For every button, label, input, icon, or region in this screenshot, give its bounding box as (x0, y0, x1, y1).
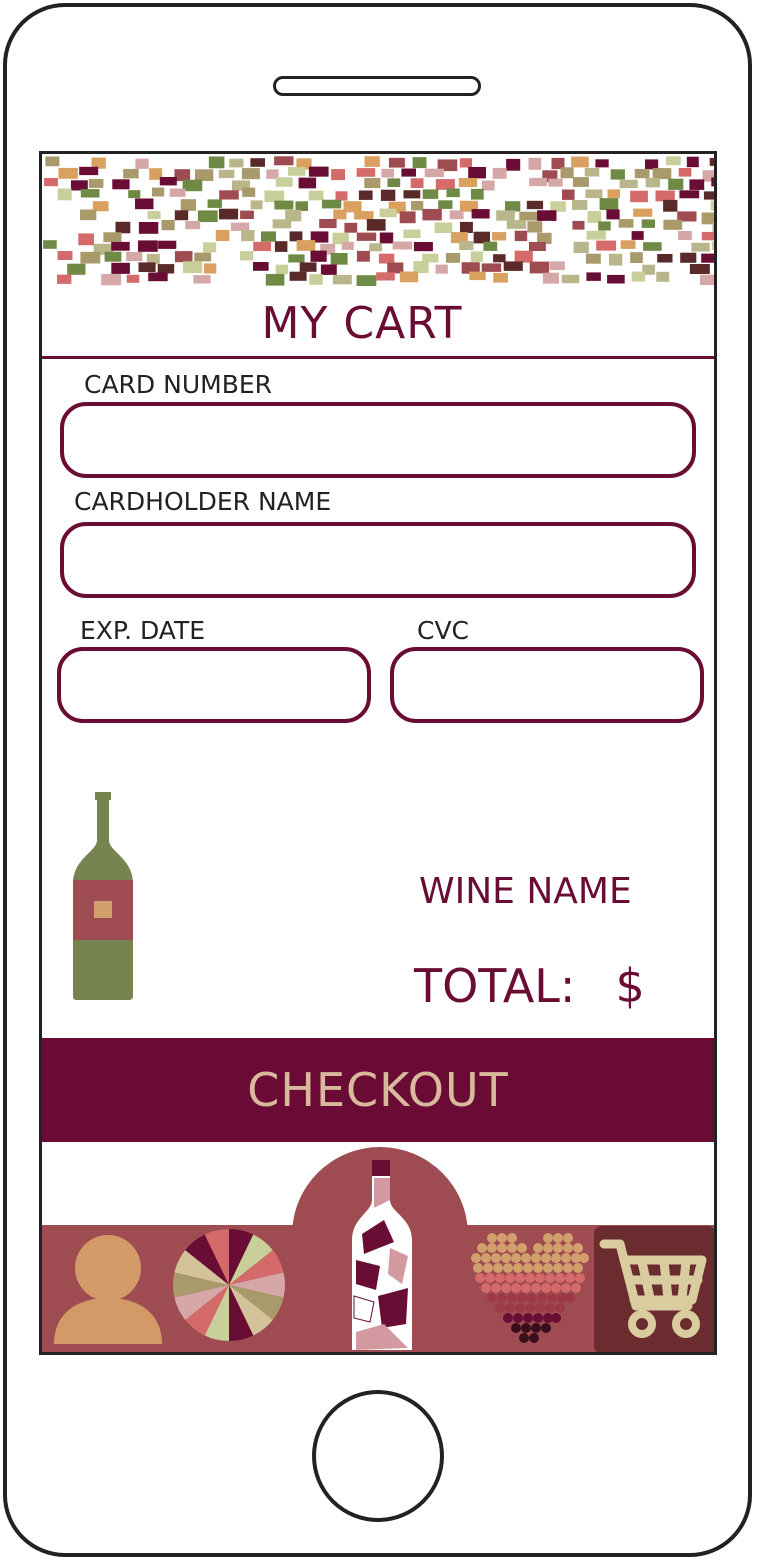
cart-screen: MY CART CARD NUMBER CARDHOLDER NAME EXP.… (39, 151, 717, 1355)
checkout-button[interactable]: CHECKOUT (42, 1038, 714, 1142)
cvc-label: CVC (417, 616, 470, 645)
card-number-input[interactable] (60, 402, 696, 478)
confetti-header-decoration (43, 156, 714, 286)
wine-bottle-icon[interactable] (348, 1156, 416, 1355)
cardholder-name-input[interactable] (60, 522, 696, 598)
wine-bottle-image (73, 792, 133, 1000)
cart-total: TOTAL: $ (414, 959, 645, 1013)
wine-wheel-icon[interactable] (170, 1226, 288, 1344)
profile-icon[interactable] (50, 1230, 166, 1348)
home-button[interactable] (312, 1390, 444, 1522)
exp-date-label: EXP. DATE (80, 616, 206, 645)
cvc-input[interactable] (390, 647, 704, 723)
card-number-label: CARD NUMBER (84, 370, 273, 399)
page-title: MY CART (261, 298, 463, 349)
exp-date-input[interactable] (57, 647, 371, 723)
shopping-cart-icon[interactable] (598, 1234, 710, 1346)
phone-speaker (273, 76, 481, 96)
cardholder-name-label: CARDHOLDER NAME (74, 487, 332, 516)
cart-item-name: WINE NAME (419, 871, 632, 912)
title-divider (42, 356, 714, 359)
total-currency: $ (615, 959, 645, 1013)
total-label: TOTAL: (414, 959, 576, 1013)
grape-heart-icon[interactable] (468, 1230, 592, 1352)
